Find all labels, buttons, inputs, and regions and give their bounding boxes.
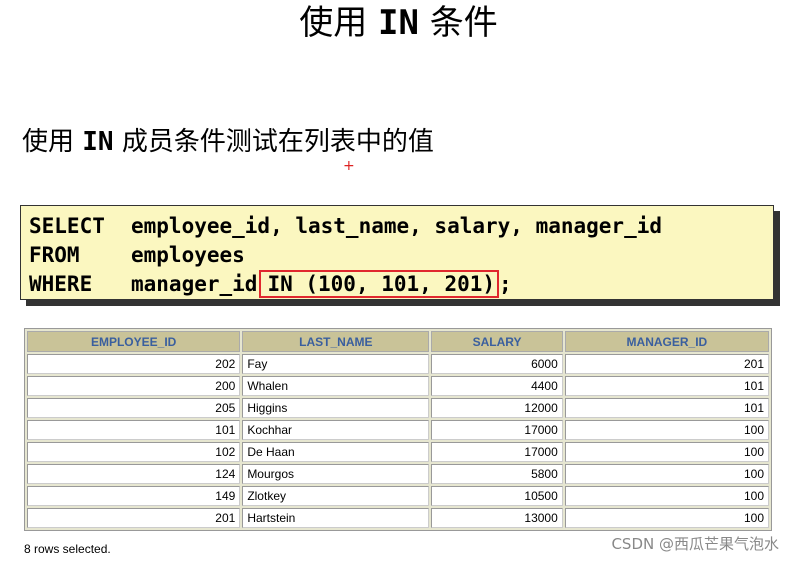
cell-employee-id: 200 bbox=[27, 376, 241, 396]
cell-salary: 10500 bbox=[431, 486, 563, 506]
column-header-employee-id: EMPLOYEE_ID bbox=[27, 331, 241, 352]
cell-manager-id: 100 bbox=[564, 442, 769, 462]
table-header-row: EMPLOYEE_ID LAST_NAME SALARY MANAGER_ID bbox=[27, 331, 769, 352]
cell-last-name: Mourgos bbox=[242, 464, 430, 484]
cell-employee-id: 149 bbox=[27, 486, 241, 506]
sql-semicolon: ; bbox=[499, 272, 512, 296]
cell-employee-id: 201 bbox=[27, 508, 241, 528]
column-header-salary: SALARY bbox=[431, 331, 563, 352]
table-row: 202 Fay 6000 201 bbox=[27, 354, 769, 374]
sql-keyword-select: SELECT bbox=[29, 214, 105, 238]
cell-manager-id: 101 bbox=[564, 376, 769, 396]
cell-salary: 13000 bbox=[431, 508, 563, 528]
table-row: 102 De Haan 17000 100 bbox=[27, 442, 769, 462]
sql-select-columns: employee_id, last_name, salary, manager_… bbox=[131, 214, 663, 238]
title-prefix: 使用 bbox=[299, 3, 368, 43]
column-header-manager-id: MANAGER_ID bbox=[564, 331, 769, 352]
cell-employee-id: 124 bbox=[27, 464, 241, 484]
cell-salary: 6000 bbox=[431, 354, 563, 374]
sql-line-from: FROM employees bbox=[29, 241, 245, 269]
subtitle-keyword: IN bbox=[82, 127, 114, 157]
cell-last-name: Higgins bbox=[242, 398, 430, 418]
title-suffix: 条件 bbox=[429, 3, 498, 43]
sql-in-highlight: IN (100, 101, 201) bbox=[259, 270, 500, 298]
title-keyword: IN bbox=[378, 3, 419, 43]
results-table: EMPLOYEE_ID LAST_NAME SALARY MANAGER_ID … bbox=[24, 328, 772, 531]
cell-manager-id: 100 bbox=[564, 420, 769, 440]
table-row: 201 Hartstein 13000 100 bbox=[27, 508, 769, 528]
cell-last-name: Kochhar bbox=[242, 420, 430, 440]
cell-salary: 12000 bbox=[431, 398, 563, 418]
red-plus-marker: + bbox=[343, 158, 355, 174]
cell-last-name: Hartstein bbox=[242, 508, 430, 528]
cell-employee-id: 102 bbox=[27, 442, 241, 462]
cell-last-name: Zlotkey bbox=[242, 486, 430, 506]
column-header-last-name: LAST_NAME bbox=[242, 331, 430, 352]
cell-employee-id: 205 bbox=[27, 398, 241, 418]
cell-salary: 4400 bbox=[431, 376, 563, 396]
rows-selected-footer: 8 rows selected. bbox=[24, 542, 111, 556]
cell-last-name: De Haan bbox=[242, 442, 430, 462]
subtitle-prefix: 使用 bbox=[22, 127, 75, 157]
cell-last-name: Whalen bbox=[242, 376, 430, 396]
cell-salary: 5800 bbox=[431, 464, 563, 484]
subtitle-suffix: 成员条件测试在列表中的值 bbox=[121, 127, 434, 157]
cell-manager-id: 100 bbox=[564, 508, 769, 528]
cell-manager-id: 101 bbox=[564, 398, 769, 418]
cell-salary: 17000 bbox=[431, 442, 563, 462]
sql-line-select: SELECT employee_id, last_name, salary, ma… bbox=[29, 212, 662, 240]
cell-manager-id: 201 bbox=[564, 354, 769, 374]
table-row: 205 Higgins 12000 101 bbox=[27, 398, 769, 418]
cell-employee-id: 101 bbox=[27, 420, 241, 440]
cell-last-name: Fay bbox=[242, 354, 430, 374]
table-row: 149 Zlotkey 10500 100 bbox=[27, 486, 769, 506]
sql-line-where: WHERE manager_id IN (100, 101, 201); bbox=[29, 270, 512, 298]
sql-keyword-where: WHERE bbox=[29, 272, 93, 296]
table-row: 200 Whalen 4400 101 bbox=[27, 376, 769, 396]
cell-employee-id: 202 bbox=[27, 354, 241, 374]
sql-from-table: employees bbox=[131, 243, 245, 267]
subtitle: 使用 IN 成员条件测试在列表中的值 bbox=[22, 124, 434, 160]
page-title: 使用 IN 条件 bbox=[0, 2, 797, 44]
cell-manager-id: 100 bbox=[564, 486, 769, 506]
table-row: 124 Mourgos 5800 100 bbox=[27, 464, 769, 484]
csdn-watermark: CSDN @西瓜芒果气泡水 bbox=[611, 535, 779, 553]
sql-where-column: manager_id bbox=[131, 272, 258, 296]
cell-manager-id: 100 bbox=[564, 464, 769, 484]
table-row: 101 Kochhar 17000 100 bbox=[27, 420, 769, 440]
cell-salary: 17000 bbox=[431, 420, 563, 440]
sql-keyword-from: FROM bbox=[29, 243, 80, 267]
sql-code-box: SELECT employee_id, last_name, salary, ma… bbox=[20, 205, 774, 300]
